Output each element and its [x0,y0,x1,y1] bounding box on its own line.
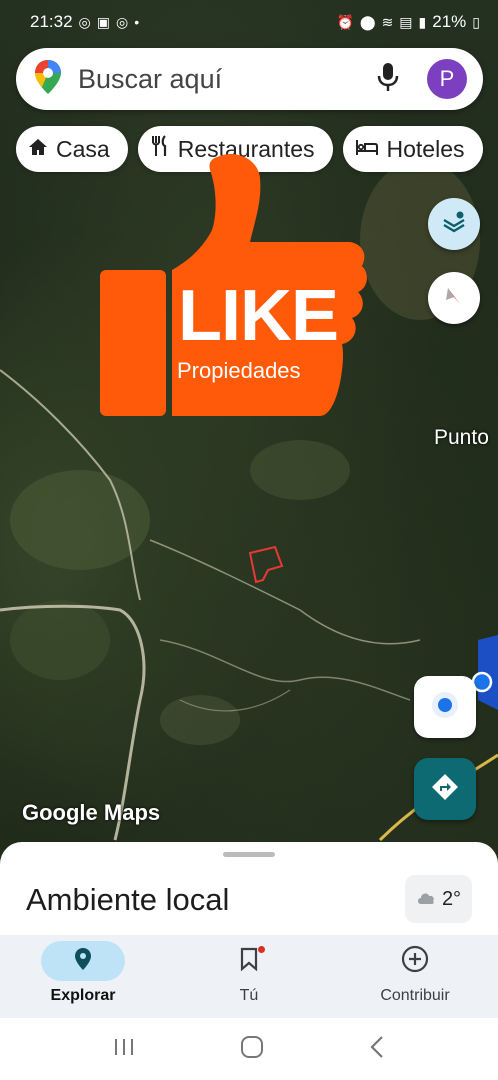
wifi-icon: ≋ [381,14,394,30]
dot-icon: • [134,14,140,30]
microphone-icon[interactable] [377,62,399,97]
nav-contribuir[interactable]: Contribuir [340,941,490,1005]
nav-label: Tú [239,987,259,1004]
nav-icon-holder [373,941,457,981]
temperature: 2° [441,887,462,910]
avatar[interactable]: P [427,59,467,99]
location-icon: ⬤ [359,14,376,30]
sheet-title: Ambiente local [26,882,230,917]
compass-button[interactable] [428,272,480,324]
notification-dot [258,946,265,953]
my-location-icon [430,690,460,725]
status-bar: 21:32 ◎ ▣ ◎ • ⏰ ⬤ ≋ ▤ ▮ 21% ▯ [0,0,498,44]
explore-pin-icon [74,947,92,976]
like-logo-subtext: Propiedades [177,358,301,383]
whatsapp-icon: ◎ [116,14,129,30]
system-navigation-bar [0,1018,498,1080]
home-button-icon[interactable] [240,1035,264,1064]
sheet-drag-handle[interactable] [223,852,275,857]
directions-icon [430,772,460,807]
search-input[interactable]: Buscar aquí [78,64,377,95]
gallery-icon: ▣ [96,14,110,30]
nav-label: Explorar [50,987,116,1004]
battery-icon: ▯ [472,14,480,30]
whatsapp-icon: ◎ [78,14,91,30]
layers-button[interactable] [428,198,480,250]
bottom-navigation: Explorar Tú Contribuir [0,935,498,1018]
weather-chip[interactable]: 2° [405,875,472,923]
like-logo-text: LIKE [178,276,339,356]
compass-icon [442,284,466,313]
add-circle-icon [401,945,429,978]
nav-explorar[interactable]: Explorar [8,941,158,1005]
maps-pin-logo-icon [34,59,62,100]
volte-icon: ▤ [399,14,413,30]
back-icon[interactable] [369,1035,385,1064]
my-location-button[interactable] [414,676,476,738]
directions-button[interactable] [414,758,476,820]
nav-label: Contribuir [380,987,450,1004]
map-place-label[interactable]: Punto [434,426,489,450]
cloud-icon [416,888,436,911]
alarm-icon: ⏰ [336,14,354,30]
google-maps-watermark: Google Maps [22,800,161,825]
home-icon [28,136,48,163]
status-time: 21:32 [30,12,73,31]
nav-icon-holder [207,941,291,981]
signal-icon: ▮ [418,14,427,30]
bookmark-icon [239,947,259,976]
battery-percent: 21% [432,12,467,31]
chip-label: Hoteles [386,135,465,162]
nav-tu[interactable]: Tú [174,941,324,1005]
bottom-sheet[interactable]: Ambiente local 2° [0,842,498,938]
recents-icon[interactable] [113,1037,135,1062]
search-bar[interactable]: Buscar aquí P [16,48,483,110]
layers-icon [441,209,467,240]
nav-active-indicator [41,941,125,981]
